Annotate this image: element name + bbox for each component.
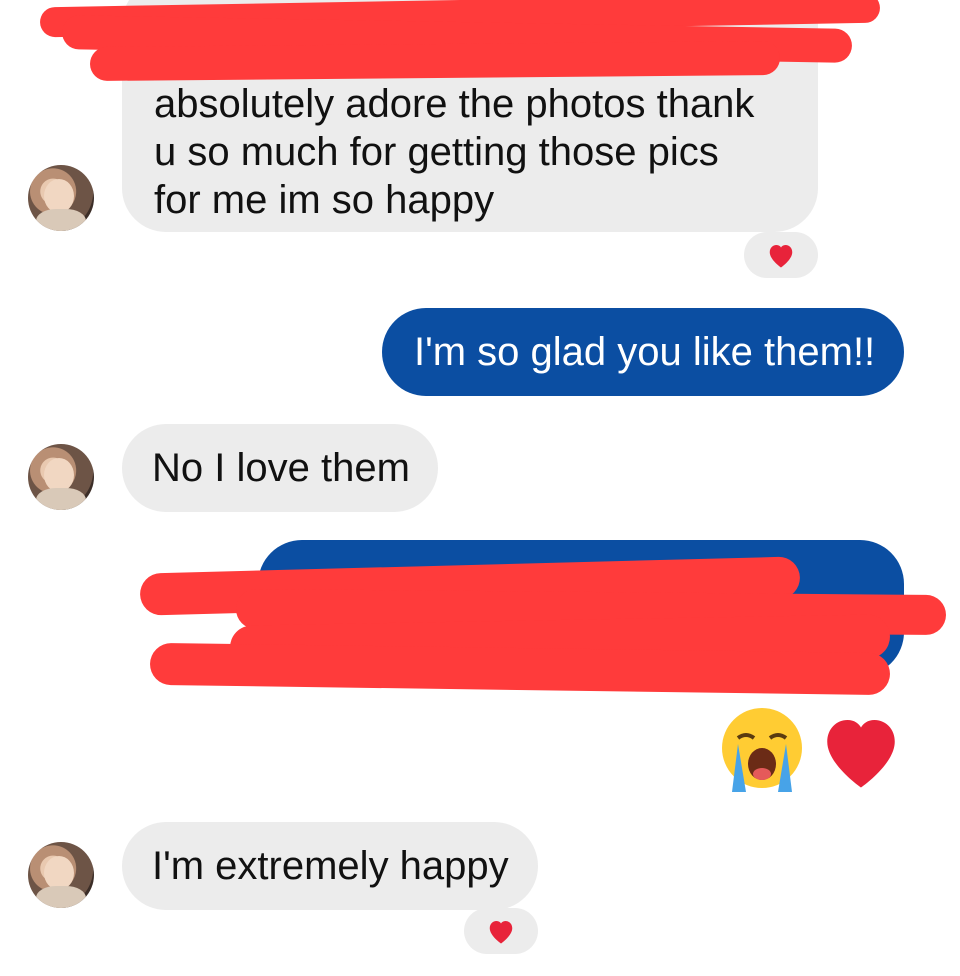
heart-icon: [769, 245, 793, 268]
incoming-message-5[interactable]: I'm extremely happy: [122, 822, 538, 910]
incoming-message-3[interactable]: No I love them: [122, 424, 438, 512]
message-1-line-2: u so much for getting those pics: [154, 130, 719, 174]
contact-avatar[interactable]: [28, 165, 94, 231]
contact-avatar[interactable]: [28, 444, 94, 510]
message-1-line-1: absolutely adore the photos thank: [154, 82, 755, 126]
red-heart-icon: [827, 720, 895, 788]
outgoing-message-2[interactable]: I'm so glad you like them!!: [382, 308, 904, 396]
message-1-line-3: for me im so happy: [154, 178, 495, 222]
contact-avatar[interactable]: [28, 842, 94, 908]
heart-icon: [489, 921, 513, 944]
loudly-crying-face-icon: [722, 708, 802, 792]
message-2-text: I'm so glad you like them!!: [414, 330, 876, 374]
message-3-text: No I love them: [152, 446, 410, 490]
emoji-message[interactable]: [716, 704, 906, 796]
heart-reaction[interactable]: [464, 908, 538, 954]
heart-reaction[interactable]: [744, 232, 818, 278]
message-5-text: I'm extremely happy: [152, 844, 509, 888]
